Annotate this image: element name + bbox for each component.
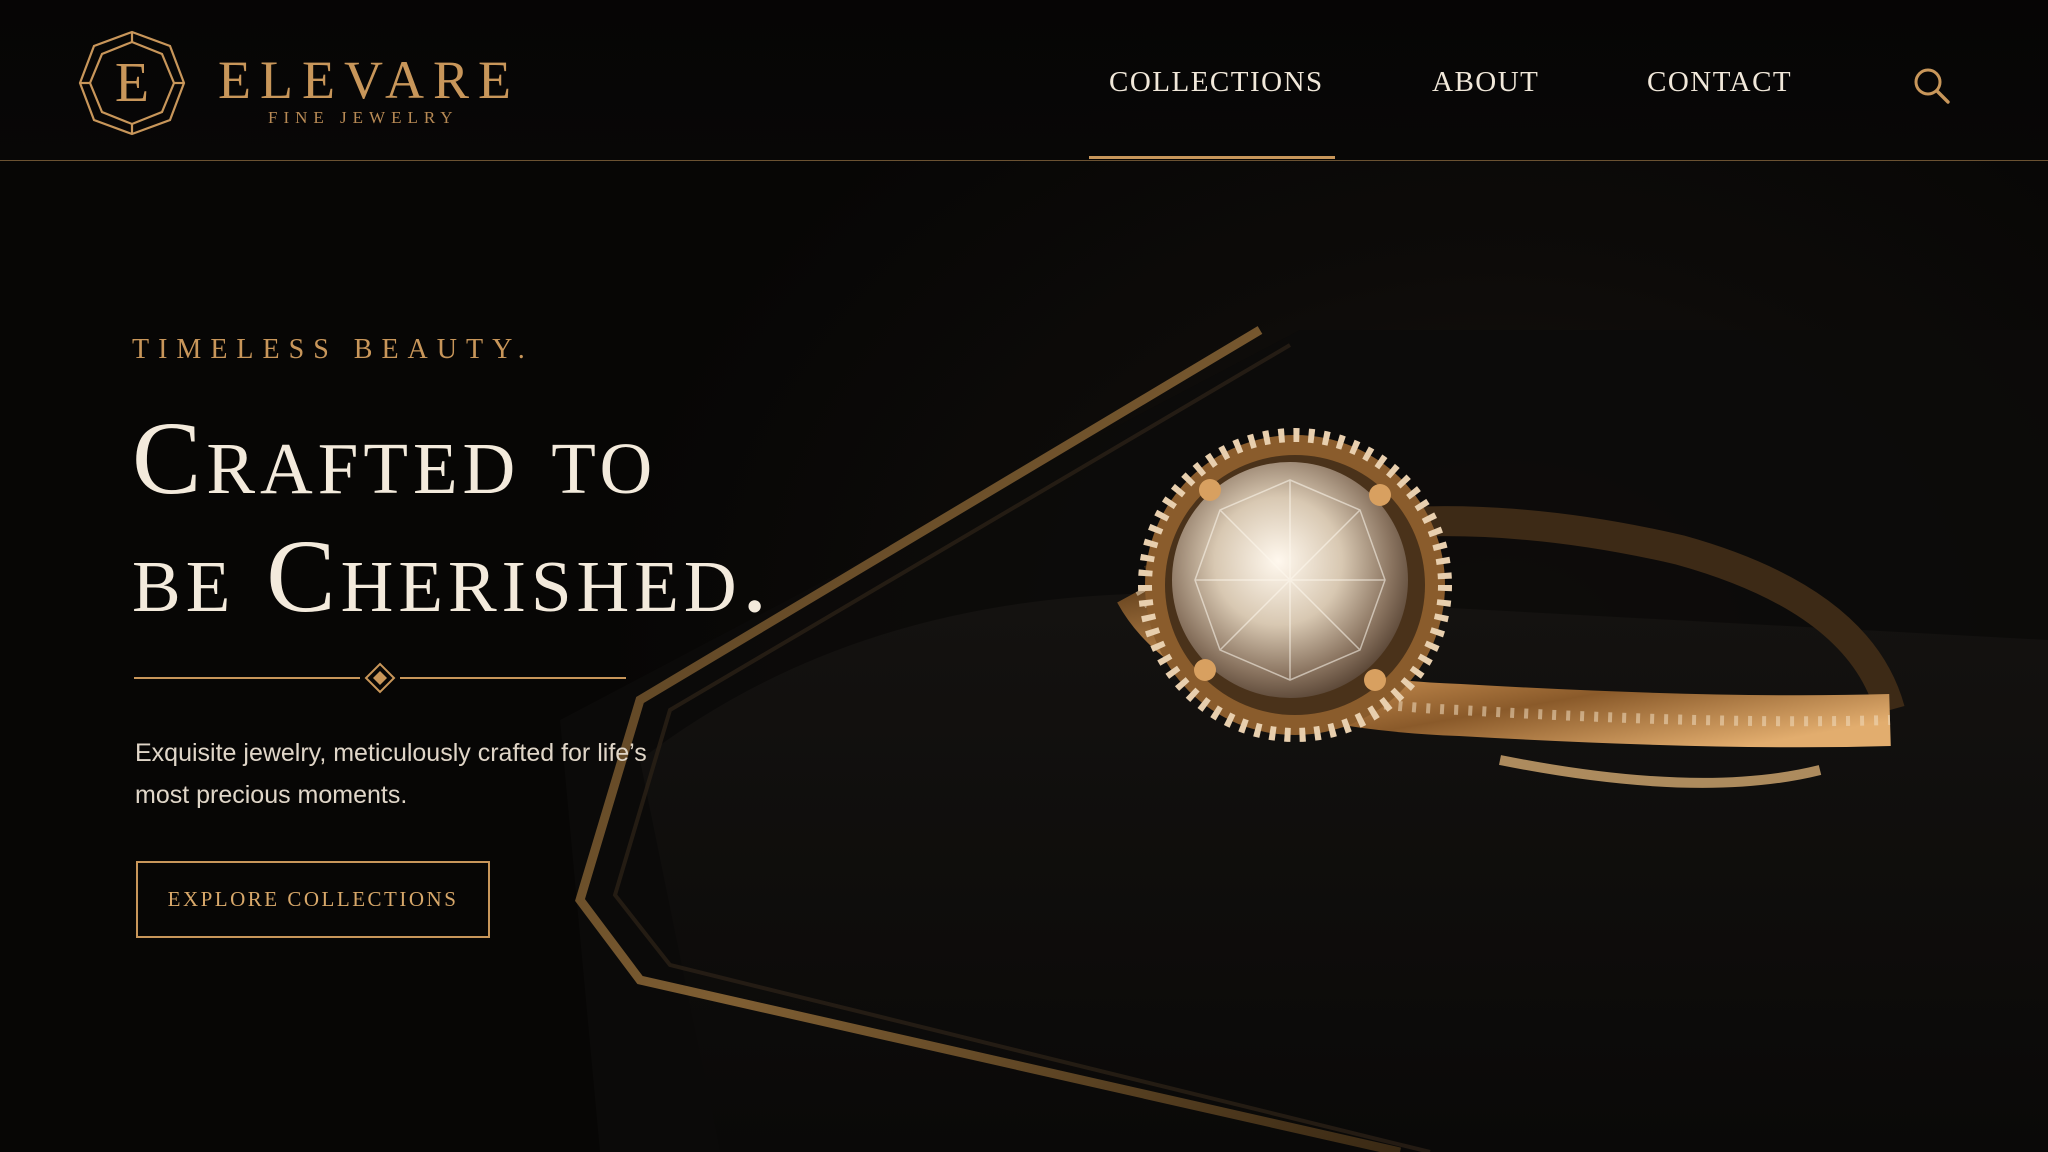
search-button[interactable] [1912,66,1952,106]
nav-active-indicator [1089,156,1335,159]
nav-about[interactable]: ABOUT [1432,66,1539,99]
search-icon [1914,68,1950,104]
headline-line-1: Crafted to [132,401,658,516]
diamond-ring-image [1117,428,1905,788]
brand-logo[interactable]: E ELEVARE FINE JEWELRY [74,28,534,138]
nav-contact[interactable]: CONTACT [1647,66,1792,99]
hero-eyebrow: TIMELESS BEAUTY. [132,334,534,365]
logo-letter: E [114,52,150,114]
ornamental-divider [134,662,626,694]
hero-description: Exquisite jewelry, meticulously crafted … [135,739,647,809]
site-header: E ELEVARE FINE JEWELRY COLLECTIONS ABOUT… [0,0,2048,161]
nav-collections[interactable]: COLLECTIONS [1109,66,1324,99]
brand-tagline: FINE JEWELRY [268,108,459,127]
headline-line-2: be Cherished. [132,519,773,634]
brand-name: ELEVARE [218,50,520,110]
hero-headline: Crafted to be Cherished. [132,400,1012,636]
explore-collections-button[interactable]: EXPLORE COLLECTIONS [136,861,490,938]
